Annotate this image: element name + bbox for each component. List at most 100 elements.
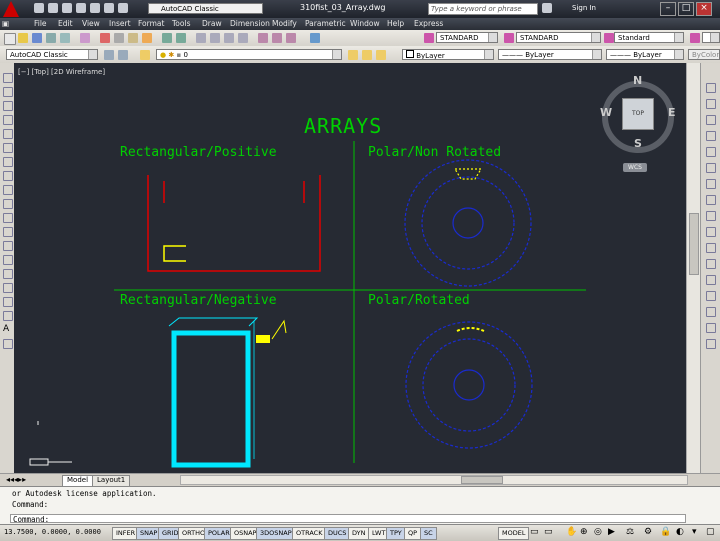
linetype-combo[interactable]: ——— ByLayer [498, 49, 602, 60]
arc-icon[interactable] [3, 143, 13, 153]
spline-icon[interactable] [3, 185, 13, 195]
quick-view-layouts-icon[interactable]: ▭ [530, 527, 539, 537]
menu-draw[interactable]: Draw [202, 19, 222, 28]
plot-preview-icon[interactable] [60, 33, 70, 43]
save-icon[interactable] [32, 33, 42, 43]
minimize-button[interactable]: – [660, 2, 676, 16]
polygon-icon[interactable] [3, 115, 13, 125]
layer-previous-icon[interactable] [362, 50, 372, 60]
menu-app-icon[interactable]: ▣ [2, 19, 9, 28]
menu-modify[interactable]: Modify [272, 19, 297, 28]
text-style-icon[interactable] [424, 33, 434, 43]
paste-icon[interactable] [128, 33, 138, 43]
ellipse-icon[interactable] [3, 199, 13, 209]
qnew-icon[interactable] [4, 33, 16, 45]
multileader-style-combo[interactable] [702, 32, 720, 43]
viewcube-north[interactable]: N [633, 74, 642, 87]
make-block-icon[interactable] [3, 241, 13, 251]
quick-view-drawings-icon[interactable]: ▭ [544, 527, 553, 537]
plot-icon[interactable] [118, 3, 128, 13]
layer-properties-icon[interactable] [140, 50, 150, 60]
open-icon[interactable] [48, 3, 58, 13]
properties-icon[interactable] [258, 33, 268, 43]
new-icon[interactable] [34, 3, 44, 13]
help-icon[interactable] [310, 33, 320, 43]
redo-icon[interactable] [104, 3, 114, 13]
tool-palettes-icon[interactable] [286, 33, 296, 43]
explode-icon[interactable] [706, 339, 716, 349]
menu-window[interactable]: Window [350, 19, 380, 28]
make-current-layer-icon[interactable] [348, 50, 358, 60]
drawing-canvas[interactable]: [−] [Top] [2D Wireframe] ARRAYS Rectangu… [14, 63, 686, 473]
rectangle-icon[interactable] [3, 129, 13, 139]
wcs-menu[interactable]: WCS [623, 163, 647, 172]
command-input[interactable]: Command: [10, 514, 686, 524]
table-style-combo[interactable]: Standard [614, 32, 684, 43]
add-selected-icon[interactable] [3, 339, 13, 349]
table-icon[interactable] [3, 311, 13, 321]
steering-wheel-icon[interactable]: ◎ [594, 527, 602, 537]
workspace-combo[interactable]: AutoCAD Classic [6, 49, 98, 60]
line-icon[interactable] [3, 73, 13, 83]
fillet-icon[interactable] [706, 323, 716, 333]
toggle-qp[interactable]: QP [404, 527, 422, 540]
annotation-scale-icon[interactable]: ⚖ [626, 527, 634, 537]
break-at-point-icon[interactable] [706, 259, 716, 269]
status-menu-icon[interactable]: ▾ [692, 527, 697, 537]
workspace-switcher[interactable]: AutoCAD Classic [148, 3, 263, 14]
text-style-combo[interactable]: STANDARD [436, 32, 498, 43]
tab-nav-arrows[interactable]: ◂◂◂▸▸ [6, 475, 26, 484]
help-search-input[interactable]: Type a keyword or phrase [428, 3, 538, 15]
plotstyle-combo[interactable]: ByColor [688, 49, 720, 60]
open-folder-icon[interactable] [18, 33, 28, 43]
showmotion-icon[interactable]: ▶ [608, 527, 615, 537]
hatch-icon[interactable] [3, 269, 13, 279]
polyline-icon[interactable] [3, 101, 13, 111]
break-icon[interactable] [706, 275, 716, 285]
mirror-icon[interactable] [706, 115, 716, 125]
array-icon[interactable] [706, 147, 716, 157]
ellipse-arc-icon[interactable] [3, 213, 13, 223]
copy-icon[interactable] [114, 33, 124, 43]
dim-style-combo[interactable]: STANDARD [516, 32, 601, 43]
pan-hand-icon[interactable]: ✋ [566, 527, 577, 537]
point-icon[interactable] [3, 255, 13, 265]
cut-icon[interactable] [100, 33, 110, 43]
my-workspace-icon[interactable] [118, 50, 128, 60]
lineweight-combo[interactable]: ——— ByLayer [606, 49, 684, 60]
menu-file[interactable]: File [34, 19, 47, 28]
saveas-icon[interactable] [76, 3, 86, 13]
stretch-icon[interactable] [706, 211, 716, 221]
save-icon[interactable] [62, 3, 72, 13]
erase-icon[interactable] [706, 83, 716, 93]
menu-express[interactable]: Express [414, 19, 443, 28]
toggle-sc[interactable]: SC [420, 527, 437, 540]
zoom-icon[interactable]: ⊕ [580, 527, 588, 537]
rotate-icon[interactable] [706, 179, 716, 189]
toggle-otrack[interactable]: OTRACK [292, 527, 327, 540]
redo-icon[interactable] [176, 33, 186, 43]
move-icon[interactable] [706, 163, 716, 173]
extend-icon[interactable] [706, 243, 716, 253]
undo-icon[interactable] [90, 3, 100, 13]
layer-state-icon[interactable] [376, 50, 386, 60]
gradient-icon[interactable] [3, 283, 13, 293]
menu-help[interactable]: Help [387, 19, 404, 28]
chamfer-icon[interactable] [706, 307, 716, 317]
construction-line-icon[interactable] [3, 87, 13, 97]
clean-screen-icon[interactable]: ▢ [706, 527, 715, 537]
matchprop-icon[interactable] [142, 33, 152, 43]
join-icon[interactable] [706, 291, 716, 301]
multileader-style-icon[interactable] [690, 33, 700, 43]
autocad-logo-icon[interactable] [3, 1, 19, 17]
offset-icon[interactable] [706, 131, 716, 141]
layer-combo[interactable]: ● ✱ ▪ 0 [156, 49, 342, 60]
lock-icon[interactable]: 🔒 [660, 527, 671, 537]
viewcube-west[interactable]: W [600, 106, 612, 119]
maximize-button[interactable]: □ [678, 2, 694, 16]
design-center-icon[interactable] [272, 33, 282, 43]
menu-view[interactable]: View [82, 19, 100, 28]
toggle-dyn[interactable]: DYN [348, 527, 370, 540]
horizontal-scrollbar[interactable] [180, 475, 688, 485]
color-combo[interactable]: ByLayer [402, 49, 494, 60]
